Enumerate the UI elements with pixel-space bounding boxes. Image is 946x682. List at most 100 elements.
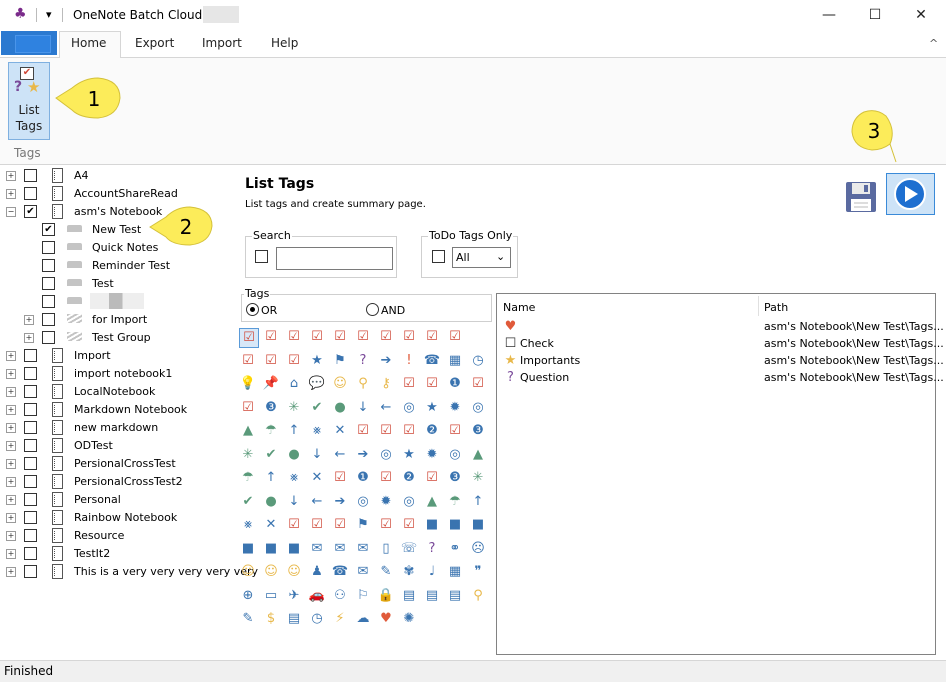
tree-row[interactable]: ✔ New Test — [0, 221, 238, 239]
tree-row[interactable]: + Test Group — [0, 329, 238, 347]
tag-icon[interactable]: ↑ — [262, 469, 280, 487]
tag-icon[interactable]: ✺ — [400, 610, 418, 628]
tree-row[interactable]: + import notebook1 — [0, 365, 238, 383]
tag-icon[interactable]: $ — [262, 610, 280, 628]
tag-icon[interactable]: ☑ — [400, 516, 418, 534]
tag-icon[interactable]: ◎ — [354, 493, 372, 511]
tag-icon[interactable]: ⚐ — [354, 587, 372, 605]
tree-row[interactable]: + PersionalCrossTest — [0, 455, 238, 473]
tag-icon[interactable]: ? — [423, 540, 441, 558]
tree-row[interactable]: + Markdown Notebook — [0, 401, 238, 419]
tag-icon[interactable]: ✎ — [377, 563, 395, 581]
results-row[interactable]: ? Question asm's Notebook\New Test\Tags... — [497, 369, 944, 386]
tree-checkbox[interactable]: ✔ — [24, 205, 37, 218]
tag-icon[interactable]: ◎ — [400, 399, 418, 417]
tag-icon[interactable]: ☑ — [331, 469, 349, 487]
tag-icon[interactable]: ↑ — [469, 493, 487, 511]
tag-icon[interactable]: ☑ — [377, 328, 395, 346]
tag-icon[interactable]: ◷ — [469, 352, 487, 370]
tree-checkbox[interactable] — [24, 367, 37, 380]
tree-checkbox[interactable] — [24, 439, 37, 452]
results-header-path[interactable]: Path — [764, 301, 788, 314]
tag-icon[interactable]: ● — [331, 399, 349, 417]
tag-icon[interactable]: ☺ — [331, 375, 349, 393]
tree-row[interactable]: + Import — [0, 347, 238, 365]
results-row[interactable]: ☐ Check asm's Notebook\New Test\Tags... — [497, 335, 944, 352]
tree-row[interactable]: − ✔ asm's Notebook — [0, 203, 238, 221]
tag-icon[interactable]: ✹ — [446, 399, 464, 417]
tag-icon[interactable]: ☑ — [285, 328, 303, 346]
tag-icon[interactable]: ✉ — [308, 540, 326, 558]
tag-icon[interactable]: ▲ — [423, 493, 441, 511]
tag-icon[interactable]: ▲ — [239, 422, 257, 440]
tab-help[interactable]: Help — [271, 36, 298, 50]
tag-icon[interactable]: ❷ — [423, 422, 441, 440]
tag-icon[interactable]: ■ — [262, 540, 280, 558]
tag-icon[interactable]: ! — [400, 352, 418, 370]
tree-row[interactable]: + TestIt2 — [0, 545, 238, 563]
tag-icon[interactable]: ▭ — [262, 587, 280, 605]
tag-icon[interactable]: ☑ — [308, 328, 326, 346]
tag-icon[interactable]: ☺ — [239, 563, 257, 581]
tag-icon[interactable]: ☂ — [239, 469, 257, 487]
tag-icon[interactable]: ☑ — [239, 328, 259, 348]
tag-icon[interactable]: ← — [377, 399, 395, 417]
tag-icon[interactable]: ☂ — [262, 422, 280, 440]
tree-row[interactable]: + This is a very very very very very — [0, 563, 258, 581]
tag-icon[interactable]: ▤ — [400, 587, 418, 605]
tag-icon[interactable]: ? — [354, 352, 372, 370]
maximize-button[interactable]: ☐ — [852, 0, 898, 30]
tree-checkbox[interactable] — [24, 529, 37, 542]
app-icon[interactable]: ♣ — [14, 6, 27, 22]
tag-icon[interactable]: ⨳ — [239, 516, 257, 534]
tag-icon[interactable]: ☑ — [308, 516, 326, 534]
tag-icon[interactable]: ● — [285, 446, 303, 464]
tag-icon[interactable]: ✔ — [239, 493, 257, 511]
tag-icon[interactable]: ⨳ — [285, 469, 303, 487]
tag-icon[interactable]: ✈ — [285, 587, 303, 605]
tree-checkbox[interactable] — [24, 475, 37, 488]
tag-icon[interactable]: ❸ — [446, 469, 464, 487]
tree-row[interactable] — [0, 293, 238, 311]
tree-row[interactable]: + for Import — [0, 311, 238, 329]
search-checkbox[interactable] — [255, 250, 268, 263]
file-tab[interactable] — [1, 31, 57, 55]
tag-icon[interactable]: ☑ — [285, 352, 303, 370]
tag-icon[interactable]: ☑ — [262, 328, 280, 346]
tag-icon[interactable]: ◎ — [400, 493, 418, 511]
tag-icon[interactable]: ☑ — [400, 422, 418, 440]
expand-icon[interactable]: + — [24, 333, 34, 343]
expand-icon[interactable]: + — [6, 171, 16, 181]
tree-row[interactable]: + A4 — [0, 167, 238, 185]
tree-checkbox[interactable] — [42, 277, 55, 290]
tag-icon[interactable]: ⚭ — [446, 540, 464, 558]
tag-icon[interactable]: ☑ — [400, 375, 418, 393]
tree-row[interactable]: + new markdown — [0, 419, 238, 437]
tag-icon[interactable]: ▦ — [446, 352, 464, 370]
tree-row[interactable]: + Rainbow Notebook — [0, 509, 238, 527]
tree-checkbox[interactable] — [42, 331, 55, 344]
expand-icon[interactable]: + — [6, 441, 16, 451]
tag-icon[interactable]: ⚷ — [377, 375, 395, 393]
tag-icon[interactable]: ☑ — [446, 422, 464, 440]
tag-icon[interactable]: ☑ — [446, 328, 464, 346]
tag-icon[interactable]: 🚗 — [308, 587, 326, 605]
tag-icon[interactable]: ✉ — [354, 563, 372, 581]
tag-icon[interactable]: ⊕ — [239, 587, 257, 605]
results-list[interactable]: Name Path ♥ asm's Notebook\New Test\Tags.… — [496, 293, 944, 655]
tree-checkbox[interactable] — [24, 169, 37, 182]
tag-icon[interactable]: ◎ — [469, 399, 487, 417]
tag-icon[interactable]: ✔ — [308, 399, 326, 417]
tree-checkbox[interactable] — [24, 385, 37, 398]
tree-checkbox[interactable] — [24, 547, 37, 560]
tag-icon[interactable]: 💡 — [239, 375, 257, 393]
or-radio[interactable] — [246, 303, 259, 316]
tag-icon[interactable]: ❸ — [469, 422, 487, 440]
tree-row[interactable]: + AccountShareRead — [0, 185, 238, 203]
tree-checkbox[interactable] — [42, 259, 55, 272]
tag-icon[interactable]: ↓ — [308, 446, 326, 464]
tag-icon[interactable]: ⨳ — [308, 422, 326, 440]
tag-icon[interactable]: ▯ — [377, 540, 395, 558]
tag-icon[interactable]: ☑ — [354, 422, 372, 440]
collapse-ribbon-icon[interactable]: ^ — [929, 37, 938, 50]
